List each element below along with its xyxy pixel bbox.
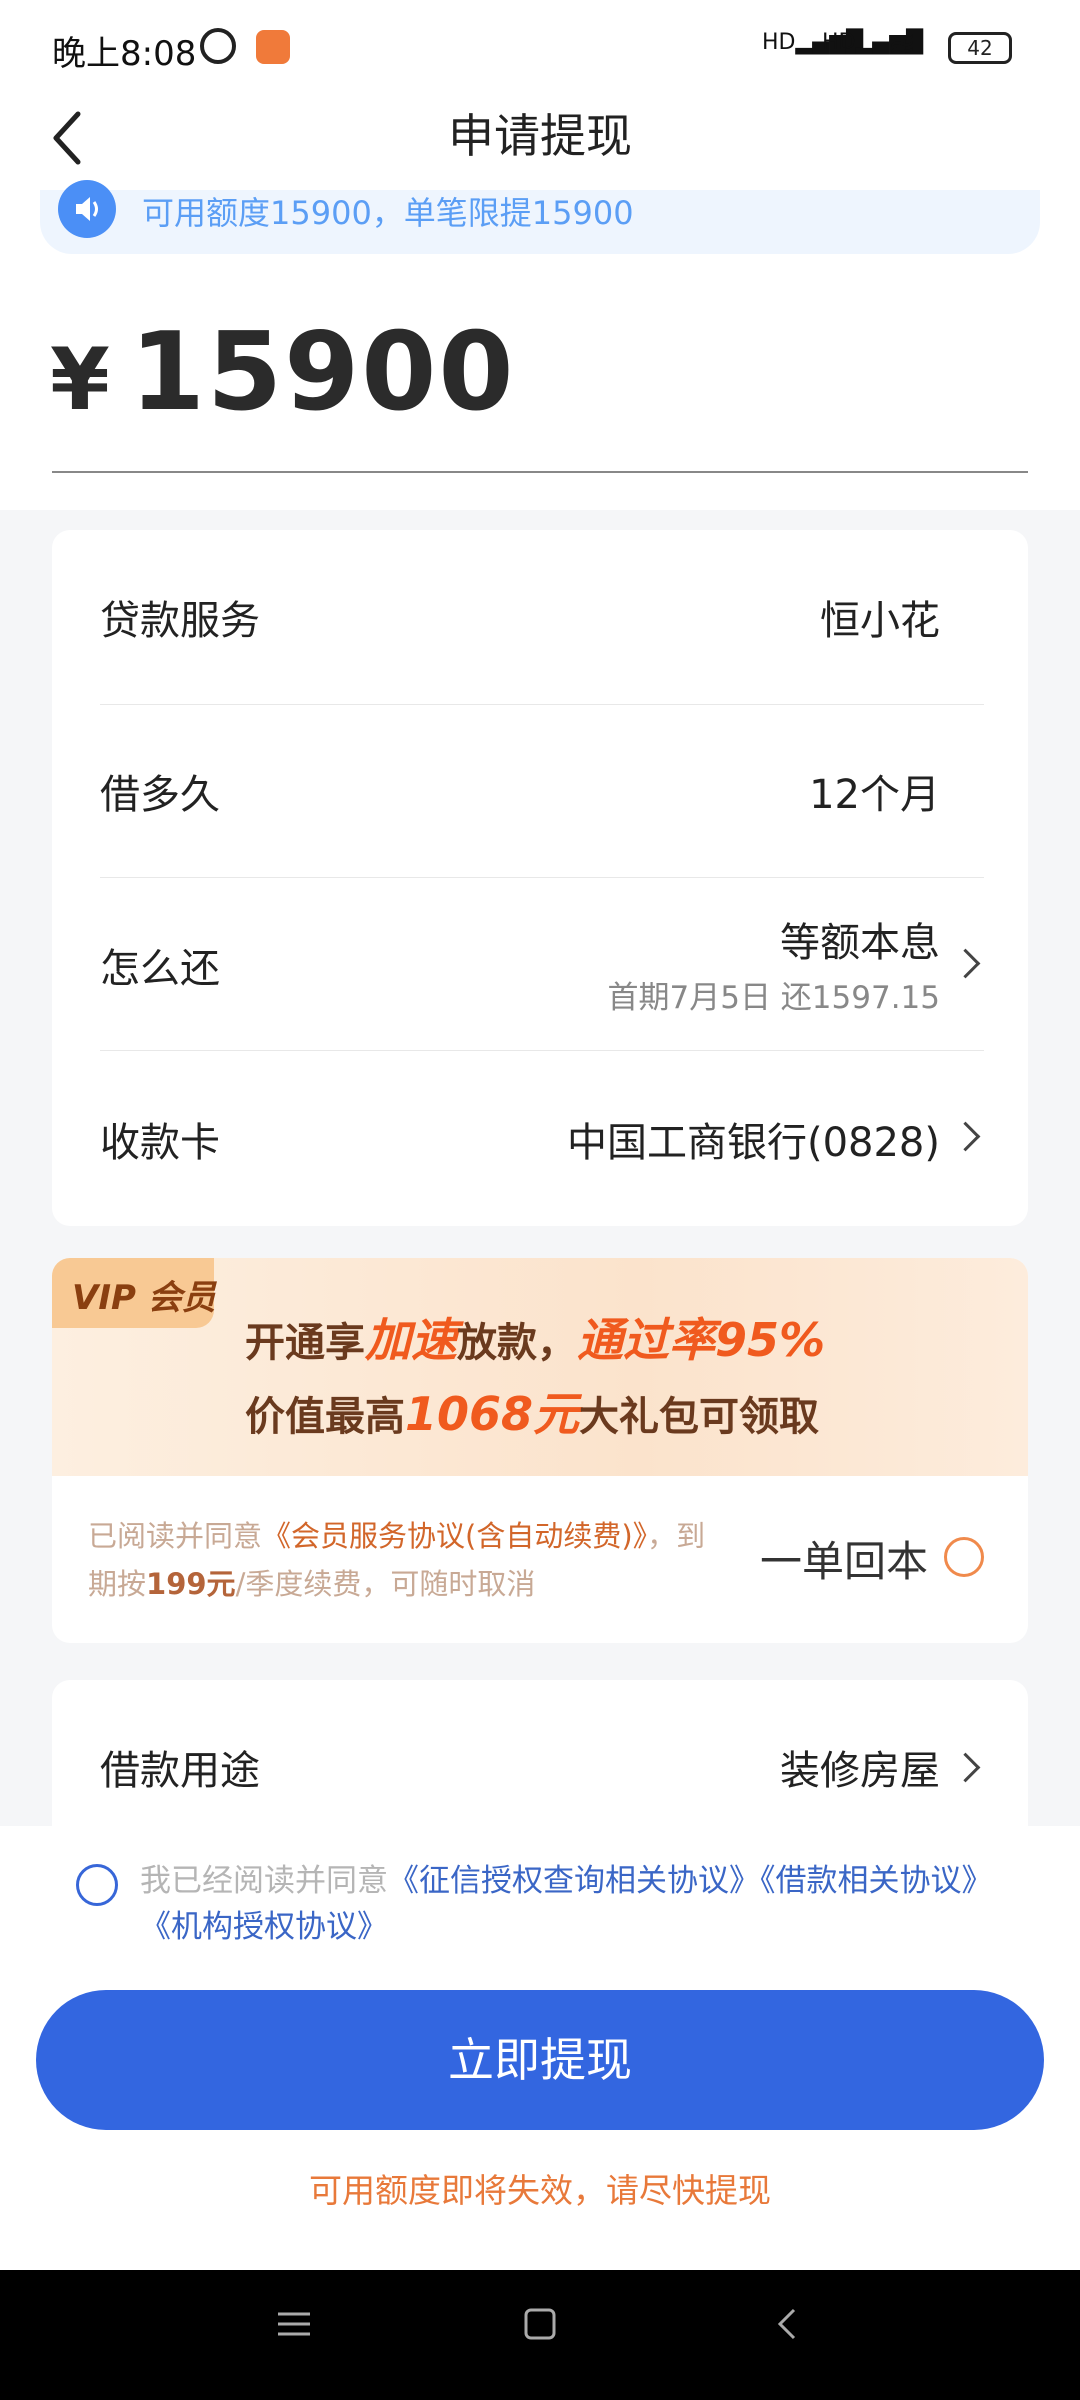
quota-notice-text: 可用额度15900，单笔限提15900 xyxy=(142,194,634,232)
page-title: 申请提现 xyxy=(448,109,632,163)
home-icon[interactable] xyxy=(520,2304,560,2355)
loan-term-value: 12个月 xyxy=(809,772,940,818)
status-time: 晚上8:08 xyxy=(52,34,197,74)
repayment-method-label: 怎么还 xyxy=(100,946,220,992)
withdraw-now-button[interactable]: 立即提现 xyxy=(36,1990,1044,2130)
chevron-left-icon xyxy=(53,111,81,165)
divider xyxy=(52,471,1028,473)
vip-promo-line-1: 开通享加速放款，通过率95% xyxy=(245,1313,826,1367)
repayment-method-value: 等额本息 xyxy=(780,920,940,966)
speaker-icon xyxy=(58,180,116,238)
expiry-tip: 可用额度即将失效，请尽快提现 xyxy=(309,2171,771,2210)
back-button[interactable] xyxy=(48,108,88,165)
status-bar: 晚上8:08 HD▂▄▆█ HD▂▄▆█ ≋ 42 xyxy=(0,0,1080,100)
app-notification-icon xyxy=(256,30,290,64)
wifi-icon: ≋ xyxy=(888,24,917,64)
loan-term-label: 借多久 xyxy=(100,772,220,818)
alarm-icon xyxy=(200,28,236,64)
loan-purpose-label: 借款用途 xyxy=(100,1748,260,1794)
vip-badge-label: VIP 会员 xyxy=(72,1278,216,1318)
agreement-checkbox[interactable] xyxy=(76,1864,118,1906)
loan-agreement-link[interactable]: 《借款相关协议》 xyxy=(760,1863,993,1899)
vip-radio[interactable] xyxy=(944,1537,984,1577)
receiving-card-value: 中国工商银行(0828) xyxy=(566,1120,940,1166)
receiving-card-label: 收款卡 xyxy=(100,1120,220,1166)
loan-service-label: 贷款服务 xyxy=(100,598,260,644)
credit-authorization-link[interactable]: 《征信授权查询相关协议》 xyxy=(388,1863,760,1899)
battery-icon: 42 xyxy=(948,32,1012,64)
vip-agreement-link[interactable]: 《会员服务协议(含自动续费)》 xyxy=(262,1519,647,1553)
divider xyxy=(100,704,984,705)
currency-symbol: ¥ xyxy=(50,330,112,430)
vip-promo-line-2: 价值最高1068元大礼包可领取 xyxy=(245,1387,820,1441)
back-nav-icon[interactable] xyxy=(768,2304,808,2355)
first-payment-text: 首期7月5日 还1597.15 xyxy=(607,980,941,1016)
amount-value: 15900 xyxy=(129,310,516,435)
agreement-text: 我已经阅读并同意《征信授权查询相关协议》《借款相关协议》《机构授权协议》 xyxy=(140,1863,993,1945)
withdraw-amount-input[interactable]: ¥15900 xyxy=(50,310,516,435)
loan-purpose-value: 装修房屋 xyxy=(780,1748,940,1794)
vip-agreement-text: 已阅读并同意《会员服务协议(含自动续费)》，到期按199元/季度续费，可随时取消 xyxy=(88,1519,706,1601)
institution-authorization-link[interactable]: 《机构授权协议》 xyxy=(140,1909,388,1945)
vip-option-label: 一单回本 xyxy=(760,1537,929,1586)
menu-icon[interactable] xyxy=(274,2304,314,2355)
loan-service-value: 恒小花 xyxy=(820,598,940,644)
